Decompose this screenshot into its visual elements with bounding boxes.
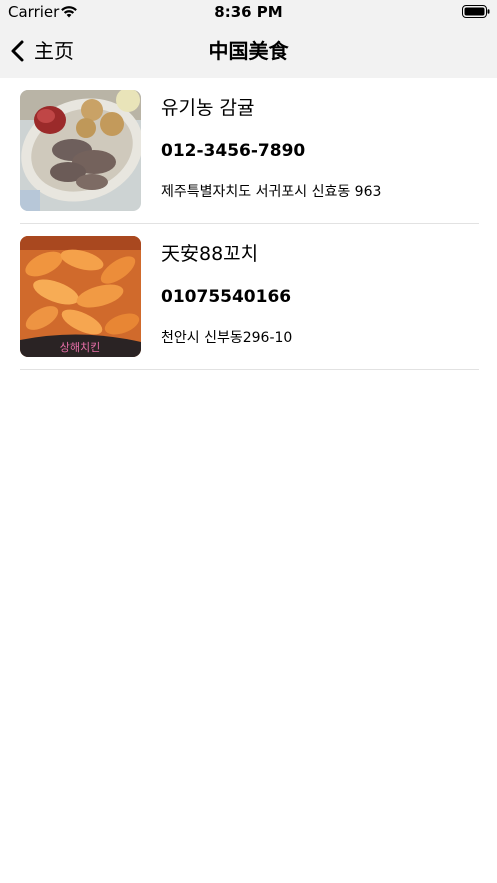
battery-icon (462, 5, 490, 18)
list-item[interactable]: 상해치킨 天安88꼬치 01075540166 천안시 신부동296-10 (20, 224, 479, 370)
back-button[interactable]: 主页 (8, 24, 74, 78)
restaurant-phone: 012-3456-7890 (161, 141, 306, 161)
chevron-left-icon (11, 40, 24, 62)
restaurant-phone: 01075540166 (161, 287, 292, 307)
restaurant-name: 天安88꼬치 (161, 243, 259, 265)
status-bar: Carrier 8:36 PM (0, 0, 497, 24)
back-button-label: 主页 (34, 39, 74, 63)
restaurant-address: 제주특별자치도 서귀포시 신효동 963 (161, 184, 382, 200)
list-item[interactable]: 유기농 감귤 012-3456-7890 제주특별자치도 서귀포시 신효동 96… (20, 78, 479, 224)
restaurant-photo (20, 90, 141, 211)
restaurant-photo: 상해치킨 (20, 236, 141, 357)
svg-text:상해치킨: 상해치킨 (60, 340, 100, 354)
grilled-sausage-platter-photo (20, 90, 141, 211)
app-screen: Carrier 8:36 PM 中国美食 主页 유기농 감귤 012-3456-… (0, 0, 497, 883)
page-title: 中国美食 (208, 39, 289, 63)
clock-time: 8:36 PM (214, 3, 283, 21)
fried-chicken-photo: 상해치킨 (20, 236, 141, 357)
restaurant-address: 천안시 신부동296-10 (161, 330, 293, 346)
restaurant-name: 유기농 감귤 (161, 97, 255, 119)
navigation-bar: 中国美食 主页 (0, 24, 497, 78)
restaurant-list: 유기농 감귤 012-3456-7890 제주특별자치도 서귀포시 신효동 96… (0, 78, 497, 370)
